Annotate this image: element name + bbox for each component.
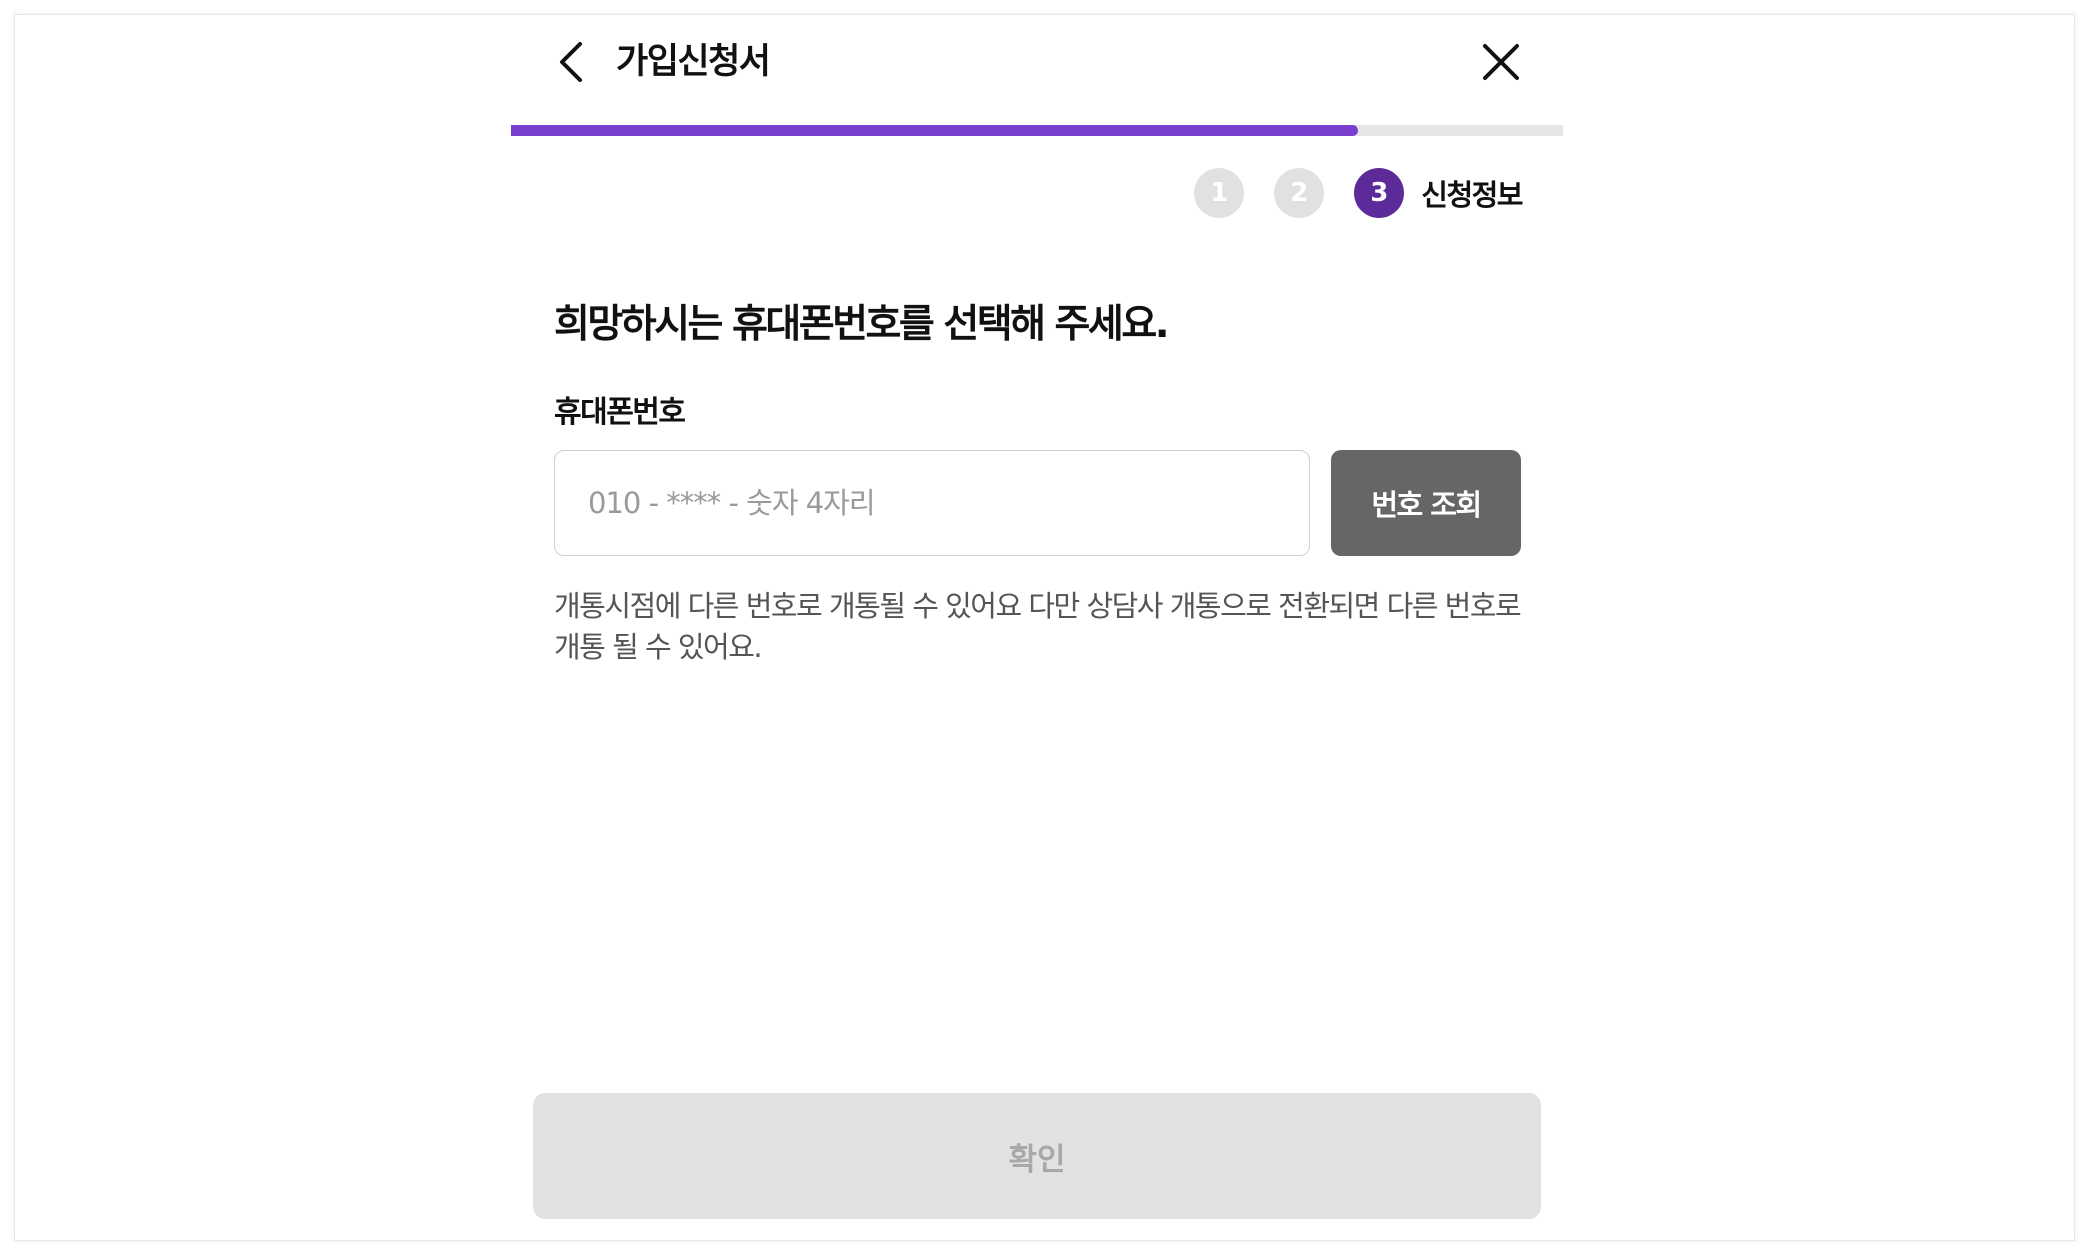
- step-2: 2: [1274, 168, 1325, 218]
- step-indicator: 1 2 3 신청정보: [1164, 167, 1523, 219]
- phone-field-label: 휴대폰번호: [554, 395, 686, 430]
- step-3-current: 3: [1354, 168, 1405, 218]
- close-icon: [1483, 44, 1519, 80]
- help-text: 개통시점에 다른 번호로 개통될 수 있어요 다만 상담사 개통으로 전환되면 …: [554, 589, 1522, 664]
- phone-number-input[interactable]: [554, 450, 1310, 556]
- confirm-button[interactable]: 확인: [533, 1093, 1541, 1219]
- close-button[interactable]: [1479, 40, 1523, 84]
- header: 가입신청서: [511, 0, 1563, 124]
- main-heading: 희망하시는 휴대폰번호를 선택해 주세요.: [554, 302, 1170, 347]
- progress-bar: [511, 125, 1563, 136]
- chevron-left-icon: [560, 42, 582, 82]
- page-title: 가입신청서: [616, 42, 771, 82]
- step-1: 1: [1194, 168, 1245, 218]
- number-lookup-button[interactable]: 번호 조회: [1331, 450, 1521, 556]
- signup-panel: 가입신청서 1 2 3 신청정보 희망하시는 휴대폰번호를 선택해 주세요. 휴…: [511, 0, 1563, 1255]
- back-button[interactable]: [553, 40, 589, 84]
- progress-bar-fill: [511, 125, 1358, 136]
- current-step-label: 신청정보: [1421, 178, 1523, 212]
